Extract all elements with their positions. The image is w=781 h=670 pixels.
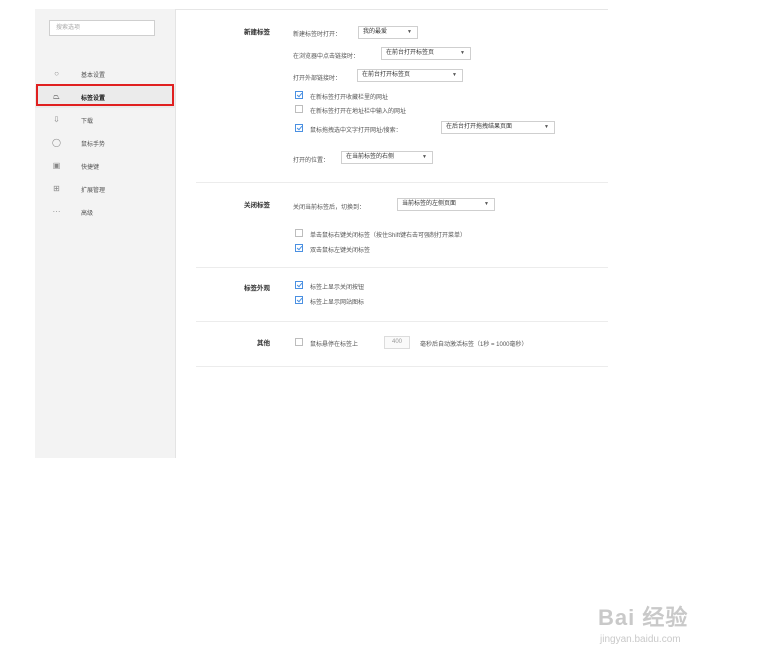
open-position-dropdown[interactable]: 在当前标签的右侧 ▼ — [341, 151, 433, 164]
hover-delay-input[interactable]: 400 — [384, 336, 410, 349]
section-divider — [196, 267, 608, 268]
new-tab-open-dropdown[interactable]: 我的最爱 ▼ — [358, 26, 418, 39]
sidebar-item-label: 高级 — [81, 211, 94, 217]
new-tab-open-label: 新建标签时打开： — [293, 32, 342, 38]
checkbox-right-click-close[interactable] — [295, 229, 303, 237]
chevron-down-icon: ▼ — [460, 50, 465, 56]
external-link-dropdown[interactable]: 在前台打开标签页 ▼ — [357, 69, 463, 82]
chevron-down-icon: ▼ — [484, 201, 489, 207]
sidebar-item-mouse-gesture[interactable]: ◯ 鼠标手势 — [35, 132, 175, 154]
baidu-watermark: Bai 经验 jingyan.baidu.com — [596, 600, 746, 650]
open-favorites-label: 在新标签打开收藏栏里的网址 — [310, 95, 389, 101]
drag-open-dropdown[interactable]: 在后台打开拖拽结果页面 ▼ — [441, 121, 555, 134]
open-address-label: 在新标签打开在地址栏中输入的网址 — [310, 109, 407, 115]
section-title-other: 其他 — [257, 340, 270, 347]
more-icon: ··· — [52, 207, 61, 216]
checkbox-double-click-close[interactable] — [295, 244, 303, 252]
search-input[interactable]: 搜索选项 — [49, 20, 155, 36]
drag-open-label: 鼠标拖拽选中文字打开网址/搜索： — [310, 128, 402, 134]
mouse-icon: ◯ — [52, 138, 61, 147]
dropdown-value: 在当前标签的右侧 — [346, 154, 395, 160]
dropdown-value: 在后台打开拖拽结果页面 — [446, 124, 513, 130]
download-icon: ⇩ — [53, 115, 60, 124]
section-divider — [196, 366, 608, 367]
sidebar-item-label: 鼠标手势 — [81, 142, 106, 148]
sidebar-item-download[interactable]: ⇩ 下载 — [35, 109, 175, 131]
chevron-down-icon: ▼ — [422, 154, 427, 160]
sidebar-item-basic[interactable]: ○ 基本设置 — [35, 63, 175, 85]
watermark-brand: Bai 经验 — [598, 605, 689, 630]
open-position-label: 打开的位置： — [293, 158, 330, 164]
dropdown-value: 在前台打开标签页 — [386, 50, 435, 56]
show-close-button-label: 标签上显示关闭按钮 — [310, 285, 365, 291]
chevron-down-icon: ▼ — [407, 29, 412, 35]
section-divider — [196, 182, 608, 183]
right-click-close-label: 单击鼠标右键关闭标签（按住Shift键右击可强制打开菜单） — [310, 233, 467, 239]
sidebar-item-label: 基本设置 — [81, 73, 106, 79]
dropdown-value: 当前标签的左侧页面 — [402, 201, 457, 207]
section-title-tab-appearance: 标签外观 — [244, 285, 270, 292]
section-title-close-tab: 关闭标签 — [244, 202, 270, 209]
sidebar: 搜索选项 ○ 基本设置 ⏢ 标签设置 ⇩ 下载 ◯ 鼠标手势 ▣ 快捷键 ⊞ 扩… — [35, 9, 176, 458]
sidebar-item-label: 扩展管理 — [81, 188, 106, 194]
grid-icon: ⊞ — [53, 184, 60, 193]
highlight-box — [36, 84, 174, 106]
checkbox-open-favorites[interactable] — [295, 91, 303, 99]
sidebar-item-shortcuts[interactable]: ▣ 快捷键 — [35, 155, 175, 177]
show-site-icon-label: 标签上显示网站图标 — [310, 300, 365, 306]
section-divider — [196, 321, 608, 322]
hover-activate-label: 鼠标悬停在标签上 — [310, 342, 359, 348]
external-link-label: 打开外部链接时： — [293, 76, 342, 82]
checkbox-hover-activate[interactable] — [295, 338, 303, 346]
checkbox-show-site-icon[interactable] — [295, 296, 303, 304]
sidebar-item-label: 下载 — [81, 119, 94, 125]
checkbox-show-close-button[interactable] — [295, 281, 303, 289]
switch-after-close-dropdown[interactable]: 当前标签的左侧页面 ▼ — [397, 198, 495, 211]
dropdown-value: 我的最爱 — [363, 29, 388, 35]
chevron-down-icon: ▼ — [452, 72, 457, 78]
sidebar-item-extensions[interactable]: ⊞ 扩展管理 — [35, 178, 175, 200]
circle-icon: ○ — [54, 69, 59, 78]
click-link-label: 在浏览器中点击链接时： — [293, 54, 360, 60]
checkbox-drag-open[interactable] — [295, 124, 303, 132]
keyboard-icon: ▣ — [52, 161, 61, 170]
click-link-dropdown[interactable]: 在前台打开标签页 ▼ — [381, 47, 471, 60]
checkbox-open-address[interactable] — [295, 105, 303, 113]
watermark-url: jingyan.baidu.com — [600, 634, 681, 645]
sidebar-item-advanced[interactable]: ··· 高级 — [35, 201, 175, 223]
hover-delay-suffix: 毫秒后自动激活标签（1秒 = 1000毫秒） — [420, 342, 528, 348]
section-title-new-tab: 新建标签 — [244, 29, 270, 36]
switch-after-close-label: 关闭当前标签后，切换到： — [293, 205, 366, 211]
double-click-close-label: 双击鼠标左键关闭标签 — [310, 248, 371, 254]
dropdown-value: 在前台打开标签页 — [362, 72, 411, 78]
chevron-down-icon: ▼ — [544, 124, 549, 130]
sidebar-item-label: 快捷键 — [81, 165, 100, 171]
